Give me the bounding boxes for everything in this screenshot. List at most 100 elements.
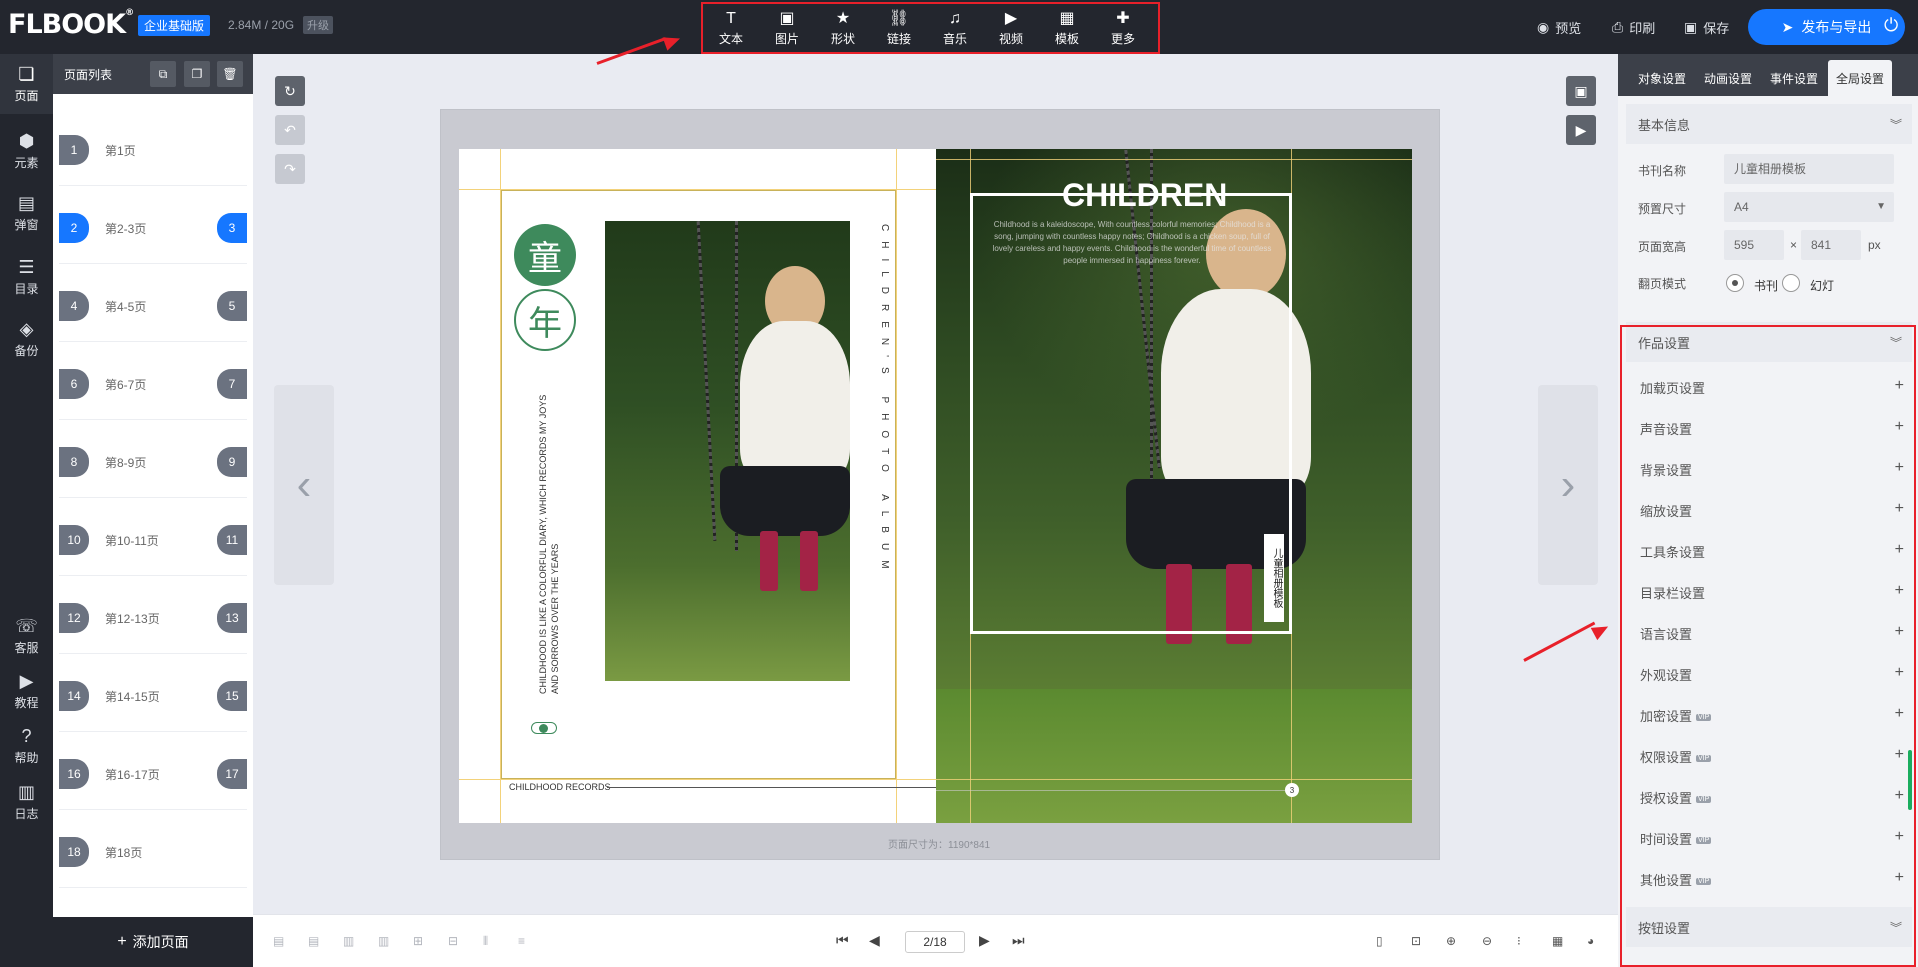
nav-support[interactable]: ☏ 客服 <box>0 606 53 666</box>
height-input[interactable]: 841 <box>1801 230 1861 260</box>
page-thumbnail[interactable]: 18 第18页 <box>59 816 247 888</box>
nav-elements[interactable]: ⬢ 元素 <box>0 121 53 181</box>
book-name-input[interactable]: 儿童相册模板 <box>1724 154 1894 184</box>
tab-1[interactable]: 动画设置 <box>1696 60 1760 96</box>
grid-icon[interactable]: ▦ <box>1552 934 1563 948</box>
tool-template[interactable]: ▦ 模板 <box>1039 4 1095 52</box>
power-icon[interactable]: ⏻ <box>1884 15 1898 36</box>
tab-2[interactable]: 事件设置 <box>1762 60 1826 96</box>
width-input[interactable]: 595 <box>1724 230 1784 260</box>
play-icon[interactable]: ▶ <box>1566 115 1596 145</box>
tool-link[interactable]: ⛓ 链接 <box>871 4 927 52</box>
nav-page[interactable]: ❏ 页面 <box>0 54 53 114</box>
page-number-left: 1 <box>59 135 89 165</box>
page-thumbnail[interactable]: 10 第10-11页 11 <box>59 504 247 576</box>
history-icon[interactable]: ↻ <box>275 76 305 106</box>
upgrade-button[interactable]: 升级 <box>303 16 333 34</box>
distribute-h-icon[interactable]: ⫴ <box>483 934 488 949</box>
redo-icon[interactable]: ↷ <box>275 154 305 184</box>
tool-star[interactable]: ★ 形状 <box>815 4 871 52</box>
childhood-char-1[interactable]: 童 <box>514 224 576 286</box>
duplicate-page-icon[interactable]: ⧉ <box>150 61 176 87</box>
single-page-icon[interactable]: ▯ <box>1376 934 1383 948</box>
page-thumbnail[interactable]: 14 第14-15页 15 <box>59 660 247 732</box>
nav-backup[interactable]: ◈ 备份 <box>0 309 53 369</box>
childhood-char-2[interactable]: 年 <box>514 289 576 351</box>
fit-screen-icon[interactable]: ⊡ <box>1411 934 1421 948</box>
highlight-box <box>1620 325 1916 967</box>
align-bottom-icon[interactable]: ⊟ <box>448 934 458 948</box>
flip-book-radio[interactable] <box>1726 274 1744 292</box>
right-paragraph[interactable]: Childhood is a kaleidoscope, With countl… <box>991 219 1273 267</box>
align-right-icon[interactable]: ▥ <box>343 934 354 948</box>
rulers-icon[interactable]: ⁝ <box>1517 934 1521 948</box>
align-center-icon[interactable]: ▤ <box>308 934 319 948</box>
right-page[interactable]: CHILDREN Childhood is a kaleidoscope, Wi… <box>936 149 1412 823</box>
preset-size-select[interactable]: A4 ▼ <box>1724 192 1894 222</box>
page-settings-icon[interactable]: ▣ <box>1566 76 1596 106</box>
left-vertical-text[interactable]: CHILDHOOD IS LIKE A COLORFUL DIARY, WHIC… <box>537 384 565 694</box>
nav-log[interactable]: ▥ 日志 <box>0 772 53 832</box>
align-left-icon[interactable]: ▤ <box>273 934 284 948</box>
settings-tabs: 对象设置 动画设置 事件设置 全局设置 <box>1618 54 1918 96</box>
page-number-left: 14 <box>59 681 89 711</box>
unit-label: px <box>1868 238 1881 252</box>
tab-3[interactable]: 全局设置 <box>1828 60 1893 96</box>
left-photo[interactable] <box>605 221 850 681</box>
tool-more[interactable]: ✚ 更多 <box>1095 4 1151 52</box>
delete-page-icon[interactable]: 🗑 <box>217 61 243 87</box>
nav-tutorial[interactable]: ▶ 教程 <box>0 661 53 721</box>
distribute-v-icon[interactable]: ≡ <box>518 934 525 948</box>
prev-page-arrow[interactable]: ‹ <box>274 385 334 585</box>
flip-book-label: 书刊 <box>1754 279 1779 293</box>
tool-text[interactable]: T 文本 <box>703 4 759 52</box>
footer-line <box>607 787 936 788</box>
publish-button[interactable]: ➤ 发布与导出 <box>1748 9 1905 45</box>
page-number-badge: 3 <box>1285 783 1299 797</box>
page-thumbnail[interactable]: 6 第6-7页 7 <box>59 348 247 420</box>
page-input[interactable]: 2/18 <box>905 931 965 953</box>
add-page-button[interactable]: + 添加页面 <box>53 917 253 967</box>
zoom-in-icon[interactable]: ⊕ <box>1446 934 1456 948</box>
nav-help[interactable]: ? 帮助 <box>0 716 53 776</box>
copy-page-icon[interactable]: ❐ <box>184 61 210 87</box>
save-button[interactable]: ▣ 保存 <box>1684 0 1729 54</box>
first-page-icon[interactable]: ⏮ <box>836 932 849 949</box>
next-page-icon[interactable]: ▶ <box>979 932 990 949</box>
right-title[interactable]: CHILDREN <box>1054 177 1235 214</box>
flip-slide-radio[interactable] <box>1782 274 1800 292</box>
left-page[interactable]: 童 年 CHILDHOOD IS LIKE A COLORFUL DIARY, … <box>459 149 936 823</box>
page-thumbnail[interactable]: 16 第16-17页 17 <box>59 738 247 810</box>
print-button[interactable]: ⎙ 印刷 <box>1612 0 1655 54</box>
zoom-out-icon[interactable]: ⊖ <box>1482 934 1492 948</box>
next-page-arrow[interactable]: › <box>1538 385 1598 585</box>
page-thumbnail[interactable]: 12 第12-13页 13 <box>59 582 247 654</box>
last-page-icon[interactable]: ⏭ <box>1012 932 1025 949</box>
align-middle-icon[interactable]: ⊞ <box>413 934 423 948</box>
scrollbar-thumb[interactable] <box>1908 750 1912 810</box>
nav-toc[interactable]: ☰ 目录 <box>0 247 53 307</box>
tab-0[interactable]: 对象设置 <box>1630 60 1694 96</box>
color-icon[interactable]: ◕ <box>1587 934 1594 948</box>
basic-info-header[interactable]: 基本信息 ︾ <box>1626 104 1912 144</box>
page-thumbnail[interactable]: 4 第4-5页 5 <box>59 270 247 342</box>
align-top-icon[interactable]: ▥ <box>378 934 389 948</box>
preview-button[interactable]: ◉ 预览 <box>1537 0 1581 54</box>
prev-page-icon[interactable]: ◀ <box>869 932 880 949</box>
right-vertical-label[interactable]: 儿童相册模板 <box>1264 534 1284 622</box>
page-size-text: 页面尺寸为：1190*841 <box>888 840 991 851</box>
tool-play-circle[interactable]: ▶ 视频 <box>983 4 1039 52</box>
footer-left-text[interactable]: CHILDHOOD RECORDS <box>509 782 611 792</box>
nav-popup[interactable]: ▤ 弹窗 <box>0 183 53 243</box>
preset-size-label: 预置尺寸 <box>1638 202 1687 216</box>
more-icon: ✚ <box>1116 9 1130 27</box>
undo-icon[interactable]: ↶ <box>275 115 305 145</box>
tool-image[interactable]: ▣ 图片 <box>759 4 815 52</box>
page-thumbnail[interactable]: 1 第1页 <box>59 114 247 186</box>
page-thumbnail[interactable]: 8 第8-9页 9 <box>59 426 247 498</box>
tool-music[interactable]: ♫ 音乐 <box>927 4 983 52</box>
send-icon: ➤ <box>1781 18 1794 35</box>
page-list-header: 页面列表 ⧉ ❐ 🗑 <box>53 54 253 94</box>
page-thumbnail[interactable]: 2 第2-3页 3 <box>59 192 247 264</box>
album-vertical-text[interactable]: CHILDREN'S PHOTO ALBUM <box>879 224 890 684</box>
